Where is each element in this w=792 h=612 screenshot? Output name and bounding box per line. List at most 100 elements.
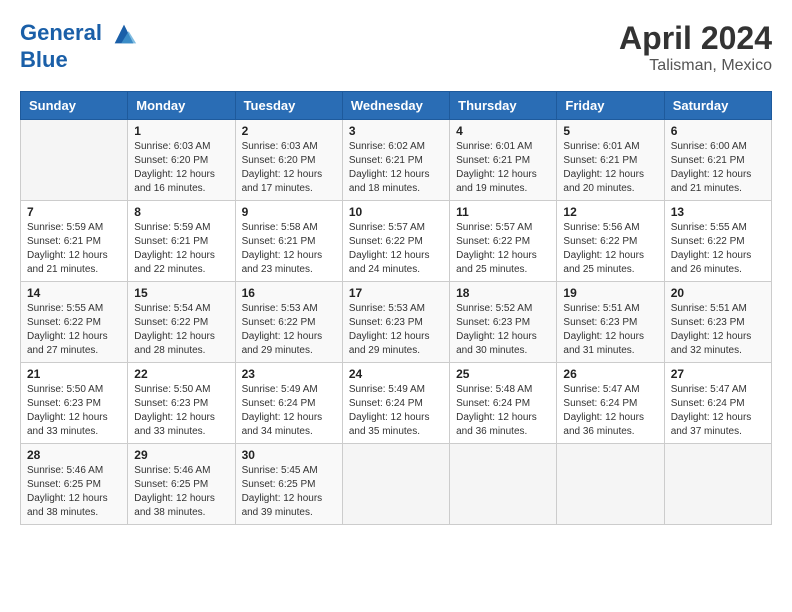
day-info: Sunrise: 5:54 AMSunset: 6:22 PMDaylight:…	[134, 302, 228, 358]
calendar-cell: 29 Sunrise: 5:46 AMSunset: 6:25 PMDayligh…	[128, 444, 235, 525]
logo-blue: Blue	[20, 48, 138, 72]
calendar-cell: 13 Sunrise: 5:55 AMSunset: 6:22 PMDayligh…	[664, 201, 771, 282]
day-number: 6	[671, 124, 765, 138]
day-info: Sunrise: 6:02 AMSunset: 6:21 PMDaylight:…	[349, 140, 443, 196]
calendar-cell: 27 Sunrise: 5:47 AMSunset: 6:24 PMDayligh…	[664, 363, 771, 444]
calendar-cell: 7 Sunrise: 5:59 AMSunset: 6:21 PMDaylight…	[21, 201, 128, 282]
day-number: 2	[242, 124, 336, 138]
day-number: 19	[563, 286, 657, 300]
day-number: 10	[349, 205, 443, 219]
day-number: 16	[242, 286, 336, 300]
calendar-cell: 12 Sunrise: 5:56 AMSunset: 6:22 PMDayligh…	[557, 201, 664, 282]
day-info: Sunrise: 5:50 AMSunset: 6:23 PMDaylight:…	[27, 383, 121, 439]
calendar-cell: 16 Sunrise: 5:53 AMSunset: 6:22 PMDayligh…	[235, 282, 342, 363]
calendar-week-row: 21Sunrise: 5:50 AMSunset: 6:23 PMDayligh…	[21, 363, 772, 444]
calendar-cell	[21, 120, 128, 201]
calendar-cell: 21Sunrise: 5:50 AMSunset: 6:23 PMDayligh…	[21, 363, 128, 444]
weekday-header-wednesday: Wednesday	[342, 92, 449, 120]
calendar-table: SundayMondayTuesdayWednesdayThursdayFrid…	[20, 91, 772, 525]
calendar-cell: 3Sunrise: 6:02 AMSunset: 6:21 PMDaylight…	[342, 120, 449, 201]
calendar-cell: 9Sunrise: 5:58 AMSunset: 6:21 PMDaylight…	[235, 201, 342, 282]
day-number: 17	[349, 286, 443, 300]
month-year: April 2024	[619, 20, 772, 57]
calendar-cell: 4Sunrise: 6:01 AMSunset: 6:21 PMDaylight…	[450, 120, 557, 201]
calendar-cell: 8Sunrise: 5:59 AMSunset: 6:21 PMDaylight…	[128, 201, 235, 282]
day-info: Sunrise: 5:53 AMSunset: 6:22 PMDaylight:…	[242, 302, 336, 358]
calendar-cell: 20 Sunrise: 5:51 AMSunset: 6:23 PMDayligh…	[664, 282, 771, 363]
day-number: 14	[27, 286, 121, 300]
calendar-cell: 19 Sunrise: 5:51 AMSunset: 6:23 PMDayligh…	[557, 282, 664, 363]
logo: General Blue	[20, 20, 138, 72]
day-info: Sunrise: 5:50 AMSunset: 6:23 PMDaylight:…	[134, 383, 228, 439]
calendar-cell: 23 Sunrise: 5:49 AMSunset: 6:24 PMDayligh…	[235, 363, 342, 444]
location: Talisman, Mexico	[619, 57, 772, 75]
calendar-cell: 11 Sunrise: 5:57 AMSunset: 6:22 PMDayligh…	[450, 201, 557, 282]
day-info: Sunrise: 5:55 AMSunset: 6:22 PMDaylight:…	[671, 221, 765, 277]
day-info: Sunrise: 5:47 AMSunset: 6:24 PMDaylight:…	[671, 383, 765, 439]
calendar-cell: 25 Sunrise: 5:48 AMSunset: 6:24 PMDayligh…	[450, 363, 557, 444]
logo-text: General	[20, 20, 138, 48]
day-info: Sunrise: 5:49 AMSunset: 6:24 PMDaylight:…	[349, 383, 443, 439]
calendar-cell: 1 Sunrise: 6:03 AMSunset: 6:20 PMDaylight…	[128, 120, 235, 201]
day-info: Sunrise: 5:48 AMSunset: 6:24 PMDaylight:…	[456, 383, 550, 439]
weekday-header-monday: Monday	[128, 92, 235, 120]
calendar-cell: 28 Sunrise: 5:46 AMSunset: 6:25 PMDayligh…	[21, 444, 128, 525]
day-info: Sunrise: 6:00 AMSunset: 6:21 PMDaylight:…	[671, 140, 765, 196]
calendar-cell: 14Sunrise: 5:55 AMSunset: 6:22 PMDayligh…	[21, 282, 128, 363]
title-block: April 2024 Talisman, Mexico	[619, 20, 772, 75]
day-info: Sunrise: 5:46 AMSunset: 6:25 PMDaylight:…	[27, 464, 121, 520]
day-number: 26	[563, 367, 657, 381]
logo-general: General	[20, 20, 102, 45]
weekday-header-sunday: Sunday	[21, 92, 128, 120]
day-number: 1	[134, 124, 228, 138]
calendar-cell: 2 Sunrise: 6:03 AMSunset: 6:20 PMDaylight…	[235, 120, 342, 201]
calendar-cell: 26Sunrise: 5:47 AMSunset: 6:24 PMDayligh…	[557, 363, 664, 444]
day-number: 11	[456, 205, 550, 219]
logo-icon	[110, 20, 138, 48]
day-number: 7	[27, 205, 121, 219]
day-number: 20	[671, 286, 765, 300]
day-info: Sunrise: 5:56 AMSunset: 6:22 PMDaylight:…	[563, 221, 657, 277]
page-header: General Blue April 2024 Talisman, Mexico	[20, 20, 772, 75]
day-number: 29	[134, 448, 228, 462]
calendar-cell: 15 Sunrise: 5:54 AMSunset: 6:22 PMDayligh…	[128, 282, 235, 363]
calendar-cell: 22 Sunrise: 5:50 AMSunset: 6:23 PMDayligh…	[128, 363, 235, 444]
day-number: 25	[456, 367, 550, 381]
day-number: 27	[671, 367, 765, 381]
day-info: Sunrise: 5:49 AMSunset: 6:24 PMDaylight:…	[242, 383, 336, 439]
day-number: 13	[671, 205, 765, 219]
day-info: Sunrise: 5:52 AMSunset: 6:23 PMDaylight:…	[456, 302, 550, 358]
day-info: Sunrise: 5:58 AMSunset: 6:21 PMDaylight:…	[242, 221, 336, 277]
calendar-week-row: 28 Sunrise: 5:46 AMSunset: 6:25 PMDayligh…	[21, 444, 772, 525]
day-number: 22	[134, 367, 228, 381]
day-number: 12	[563, 205, 657, 219]
day-info: Sunrise: 5:45 AMSunset: 6:25 PMDaylight:…	[242, 464, 336, 520]
day-number: 15	[134, 286, 228, 300]
calendar-cell	[557, 444, 664, 525]
day-info: Sunrise: 5:57 AMSunset: 6:22 PMDaylight:…	[456, 221, 550, 277]
day-info: Sunrise: 5:53 AMSunset: 6:23 PMDaylight:…	[349, 302, 443, 358]
calendar-cell: 24Sunrise: 5:49 AMSunset: 6:24 PMDayligh…	[342, 363, 449, 444]
day-number: 28	[27, 448, 121, 462]
day-info: Sunrise: 5:59 AMSunset: 6:21 PMDaylight:…	[27, 221, 121, 277]
day-info: Sunrise: 5:59 AMSunset: 6:21 PMDaylight:…	[134, 221, 228, 277]
day-number: 30	[242, 448, 336, 462]
day-info: Sunrise: 6:03 AMSunset: 6:20 PMDaylight:…	[242, 140, 336, 196]
calendar-week-row: 7 Sunrise: 5:59 AMSunset: 6:21 PMDaylight…	[21, 201, 772, 282]
day-number: 4	[456, 124, 550, 138]
day-number: 23	[242, 367, 336, 381]
day-number: 18	[456, 286, 550, 300]
day-info: Sunrise: 5:51 AMSunset: 6:23 PMDaylight:…	[671, 302, 765, 358]
day-info: Sunrise: 5:57 AMSunset: 6:22 PMDaylight:…	[349, 221, 443, 277]
calendar-cell: 10 Sunrise: 5:57 AMSunset: 6:22 PMDayligh…	[342, 201, 449, 282]
day-number: 5	[563, 124, 657, 138]
weekday-header-saturday: Saturday	[664, 92, 771, 120]
calendar-week-row: 14Sunrise: 5:55 AMSunset: 6:22 PMDayligh…	[21, 282, 772, 363]
calendar-cell	[664, 444, 771, 525]
calendar-cell: 18 Sunrise: 5:52 AMSunset: 6:23 PMDayligh…	[450, 282, 557, 363]
calendar-cell: 6 Sunrise: 6:00 AMSunset: 6:21 PMDaylight…	[664, 120, 771, 201]
weekday-header-row: SundayMondayTuesdayWednesdayThursdayFrid…	[21, 92, 772, 120]
day-info: Sunrise: 5:51 AMSunset: 6:23 PMDaylight:…	[563, 302, 657, 358]
day-info: Sunrise: 6:03 AMSunset: 6:20 PMDaylight:…	[134, 140, 228, 196]
day-info: Sunrise: 5:46 AMSunset: 6:25 PMDaylight:…	[134, 464, 228, 520]
